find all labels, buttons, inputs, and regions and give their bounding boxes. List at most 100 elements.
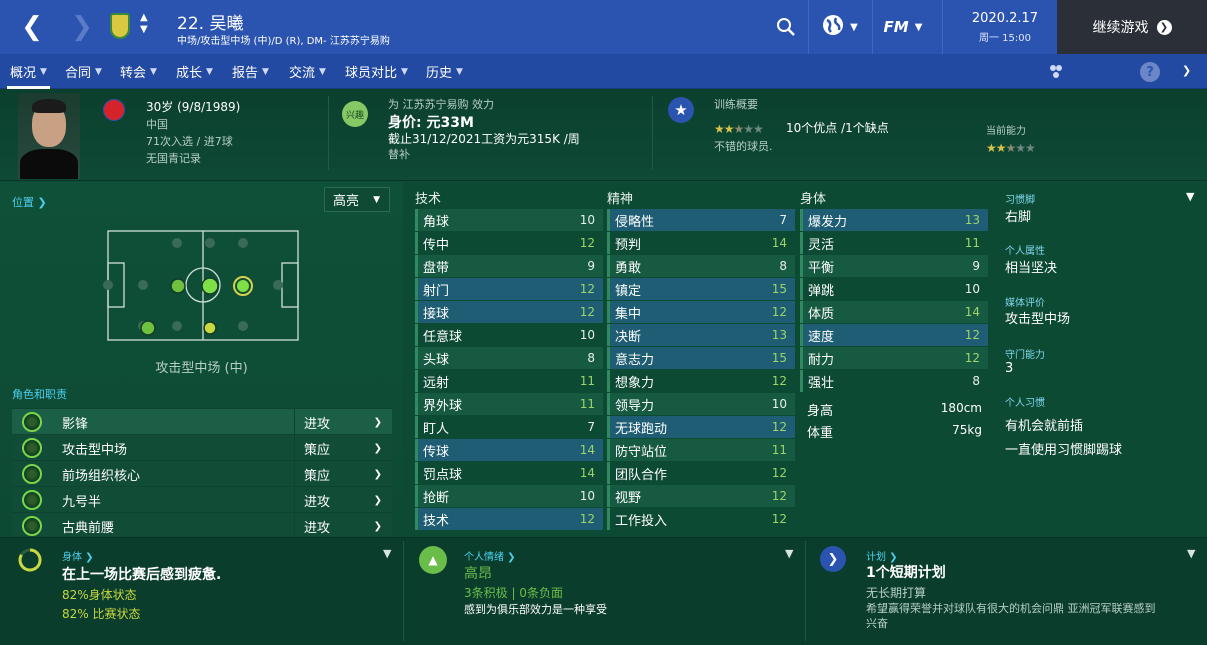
fitness-label[interactable]: 身体 ❯ <box>62 548 94 563</box>
world-menu-button[interactable]: ▼ <box>815 0 865 54</box>
morale-label[interactable]: 个人情绪 ❯ <box>464 548 516 563</box>
people-icon[interactable] <box>1046 62 1066 86</box>
weight-label: 体重 <box>807 426 834 441</box>
chevron-down-icon[interactable]: ❯ <box>1182 64 1191 77</box>
attribute-name: 防守站位 <box>615 444 668 460</box>
attribute-row[interactable]: 技术 12 <box>415 508 603 530</box>
attribute-row[interactable]: 耐力 12 <box>800 347 988 369</box>
attribute-row[interactable]: 接球 12 <box>415 301 603 323</box>
attribute-row[interactable]: 侵略性 7 <box>607 209 795 231</box>
tab-history[interactable]: 历史 ▼ <box>426 54 463 89</box>
attribute-value: 10 <box>579 328 595 342</box>
chevron-down-icon[interactable]: ▼ <box>383 547 391 560</box>
attribute-value: 8 <box>972 374 980 388</box>
interest-badge-icon: 兴趣 <box>342 101 368 127</box>
attribute-row[interactable]: 意志力 15 <box>607 347 795 369</box>
attribute-row[interactable]: 角球 10 <box>415 209 603 231</box>
attribute-row[interactable]: 速度 12 <box>800 324 988 346</box>
date-text: 2020.2.17 <box>971 10 1039 26</box>
attribute-row[interactable]: 领导力 10 <box>607 393 795 415</box>
role-name: 攻击型中场 <box>62 443 128 458</box>
continue-button[interactable]: 继续游戏 ❯ <box>1057 0 1207 54</box>
plan-arrow-icon: ❯ <box>820 546 846 572</box>
attribute-name: 勇敢 <box>615 260 642 276</box>
attribute-row[interactable]: 抢断 10 <box>415 485 603 507</box>
attribute-row[interactable]: 想象力 12 <box>607 370 795 392</box>
attribute-row[interactable]: 镇定 15 <box>607 278 795 300</box>
attribute-row[interactable]: 体质 14 <box>800 301 988 323</box>
attribute-value: 11 <box>579 397 595 411</box>
attribute-row[interactable]: 团队合作 12 <box>607 462 795 484</box>
role-duty-select[interactable]: 进攻 ❯ <box>294 513 392 536</box>
attribute-row[interactable]: 防守站位 11 <box>607 439 795 461</box>
back-arrow-icon[interactable]: ❮ <box>14 0 50 54</box>
attribute-row[interactable]: 盘带 9 <box>415 255 603 277</box>
attribute-row[interactable]: 远射 11 <box>415 370 603 392</box>
help-icon[interactable]: ? <box>1140 62 1160 82</box>
search-icon[interactable] <box>768 0 804 54</box>
squad-status: 替补 <box>388 148 410 161</box>
chevron-down-icon[interactable]: ▼ <box>1186 190 1194 203</box>
attribute-row[interactable]: 工作投入 12 <box>607 508 795 530</box>
tab-interaction[interactable]: 交流 ▼ <box>289 54 326 89</box>
attribute-row[interactable]: 传球 14 <box>415 439 603 461</box>
attribute-name: 灵活 <box>808 237 835 253</box>
attribute-value: 7 <box>587 420 595 434</box>
attribute-row[interactable]: 爆发力 13 <box>800 209 988 231</box>
attribute-row[interactable]: 传中 12 <box>415 232 603 254</box>
attribute-row[interactable]: 盯人 7 <box>415 416 603 438</box>
tab-transfer[interactable]: 转会 ▼ <box>120 54 157 89</box>
match-pct: 82% 比赛状态 <box>62 607 141 621</box>
forward-arrow-icon[interactable]: ❯ <box>64 0 100 54</box>
attribute-row[interactable]: 罚点球 14 <box>415 462 603 484</box>
attribute-row[interactable]: 强壮 8 <box>800 370 988 392</box>
tab-overview[interactable]: 概况 ▼ <box>7 54 50 89</box>
role-row[interactable]: 攻击型中场 策应 ❯ <box>12 434 392 461</box>
role-duty-select[interactable]: 进攻 ❯ <box>294 409 392 435</box>
role-rating-icon <box>22 464 42 484</box>
attribute-row[interactable]: 灵活 11 <box>800 232 988 254</box>
role-row[interactable]: 影锋 进攻 ❯ <box>12 408 392 435</box>
attribute-value: 12 <box>579 512 595 526</box>
attribute-value: 11 <box>579 374 595 388</box>
attribute-row[interactable]: 决断 13 <box>607 324 795 346</box>
physical-header: 身体 <box>800 192 827 207</box>
attribute-row[interactable]: 勇敢 8 <box>607 255 795 277</box>
role-row[interactable]: 九号半 进攻 ❯ <box>12 486 392 513</box>
attribute-row[interactable]: 无球跑动 12 <box>607 416 795 438</box>
position-link[interactable]: 位置 ❯ <box>12 194 47 210</box>
attribute-name: 耐力 <box>808 352 835 368</box>
fm-menu-button[interactable]: FM ▼ <box>878 0 928 54</box>
attribute-value: 7 <box>779 213 787 227</box>
plan-label[interactable]: 计划 ❯ <box>866 548 898 563</box>
role-row[interactable]: 古典前腰 进攻 ❯ <box>12 512 392 536</box>
attribute-row[interactable]: 头球 8 <box>415 347 603 369</box>
attribute-name: 抢断 <box>423 490 450 506</box>
attribute-row[interactable]: 平衡 9 <box>800 255 988 277</box>
attribute-value: 12 <box>771 489 787 503</box>
foot-label: 习惯脚 <box>1005 195 1035 206</box>
attribute-row[interactable]: 视野 12 <box>607 485 795 507</box>
role-duty-select[interactable]: 进攻 ❯ <box>294 487 392 513</box>
role-duty-select[interactable]: 策应 ❯ <box>294 435 392 461</box>
tab-development[interactable]: 成长 ▼ <box>176 54 213 89</box>
club-badge-icon[interactable] <box>110 13 130 39</box>
attribute-row[interactable]: 弹跳 10 <box>800 278 988 300</box>
attribute-row[interactable]: 界外球 11 <box>415 393 603 415</box>
tab-contract[interactable]: 合同 ▼ <box>65 54 102 89</box>
chevron-down-icon[interactable]: ▼ <box>785 547 793 560</box>
attribute-row[interactable]: 射门 12 <box>415 278 603 300</box>
role-row[interactable]: 前场组织核心 策应 ❯ <box>12 460 392 487</box>
tab-compare[interactable]: 球员对比 ▼ <box>345 54 408 89</box>
player-switch-icon[interactable]: ▲ ▼ <box>140 12 148 36</box>
tab-reports[interactable]: 报告 ▼ <box>232 54 269 89</box>
highlight-select[interactable]: 高亮 ▼ <box>324 187 390 212</box>
attribute-row[interactable]: 任意球 10 <box>415 324 603 346</box>
role-duty-select[interactable]: 策应 ❯ <box>294 461 392 487</box>
chevron-down-icon[interactable]: ▼ <box>1187 547 1195 560</box>
attribute-row[interactable]: 预判 14 <box>607 232 795 254</box>
tab-label: 概况 <box>10 66 37 81</box>
player-nation: 中国 <box>146 118 168 131</box>
attribute-row[interactable]: 集中 12 <box>607 301 795 323</box>
player-positions: 中场/攻击型中场 (中)/D (R), DM- 江苏苏宁易购 <box>177 36 390 47</box>
